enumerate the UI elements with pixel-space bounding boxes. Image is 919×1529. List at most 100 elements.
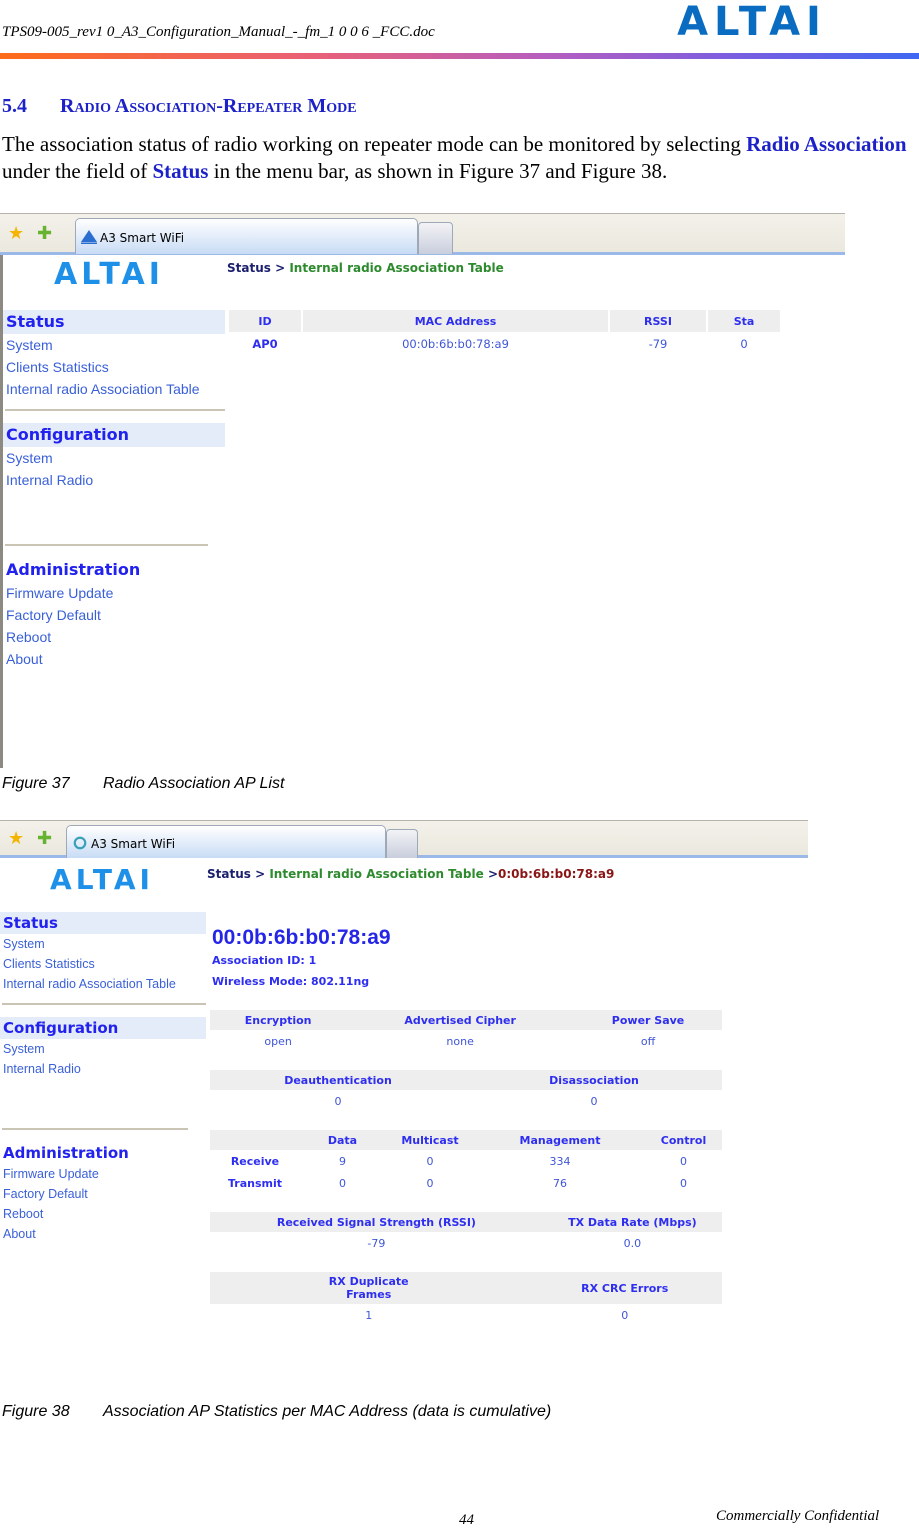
nav-item-factory-default[interactable]: Factory Default xyxy=(3,604,225,626)
breadcrumb-current: Internal radio Association Table xyxy=(289,261,504,275)
signal-table: Received Signal Strength (RSSI) TX Data … xyxy=(210,1212,722,1254)
cell-advertised-cipher: none xyxy=(446,1034,474,1048)
breadcrumb-current: 0:0b:6b:b0:78:a9 xyxy=(498,867,615,881)
nav-item-firmware-update[interactable]: Firmware Update xyxy=(0,1164,206,1184)
column-header-rssi: RSSI xyxy=(610,310,706,332)
frames-table: Data Multicast Management Control Receiv… xyxy=(210,1130,722,1194)
altai-logo: ALTAI xyxy=(677,2,827,38)
breadcrumb-status[interactable]: Status xyxy=(227,261,271,275)
nav-item-firmware-update[interactable]: Firmware Update xyxy=(3,582,225,604)
column-header-blank xyxy=(210,1130,300,1150)
sidebar-nav: Status System Clients Statistics Interna… xyxy=(0,912,206,1244)
nav-heading-status: Status xyxy=(0,912,206,934)
caption-number: Figure 38 xyxy=(2,1403,70,1420)
row-header-transmit: Transmit xyxy=(227,1176,282,1190)
nav-item-status-system[interactable]: System xyxy=(3,334,225,356)
cell-rssi: -79 xyxy=(648,337,668,351)
section-title: Radio Association-Repeater Mode xyxy=(60,95,357,117)
cell-rx-duplicate-frames: 1 xyxy=(365,1308,373,1322)
cell-rx-crc-errors: 0 xyxy=(621,1308,629,1322)
column-header-multicast: Multicast xyxy=(385,1130,475,1150)
figure-37-caption: Figure 37 Radio Association AP List xyxy=(2,775,284,793)
app-altai-logo: ALTAI xyxy=(54,258,160,286)
nav-divider xyxy=(5,409,225,411)
add-star-icon[interactable]: ✚ xyxy=(37,829,52,847)
mac-address-title: 00:0b:6b:b0:78:a9 xyxy=(212,926,391,949)
nav-heading-configuration: Configuration xyxy=(0,1017,206,1039)
station-detail-panel: 00:0b:6b:b0:78:a9 Association ID: 1 Wire… xyxy=(210,926,725,1344)
breadcrumb-status[interactable]: Status xyxy=(207,867,251,881)
section-heading: 5.4 Radio Association-Repeater Mode xyxy=(2,95,357,118)
nav-item-internal-radio[interactable]: Internal Radio xyxy=(0,1059,206,1079)
altai-logo-text: ALTAI xyxy=(677,2,827,38)
column-header-disassociation: Disassociation xyxy=(466,1070,722,1090)
new-tab-button[interactable] xyxy=(418,222,453,254)
status-term: Status xyxy=(152,159,209,183)
nav-item-internal-radio-association-table[interactable]: Internal radio Association Table xyxy=(0,974,206,994)
breadcrumb-separator: > xyxy=(275,261,286,275)
column-header-mac: MAC Address xyxy=(303,310,608,332)
table-row: Transmit 0 0 76 0 xyxy=(210,1172,722,1194)
column-header-control: Control xyxy=(645,1130,722,1150)
column-header-deauthentication: Deauthentication xyxy=(210,1070,466,1090)
nav-item-about[interactable]: About xyxy=(3,648,225,670)
row-header-receive: Receive xyxy=(230,1154,280,1168)
table-row: 1 0 xyxy=(210,1304,722,1326)
cell-transmit-data: 0 xyxy=(339,1176,346,1190)
confidentiality-notice: Commercially Confidential xyxy=(716,1508,880,1524)
column-header-management: Management xyxy=(475,1130,645,1150)
page-number: 44 xyxy=(459,1512,474,1528)
body-paragraph: The association status of radio working … xyxy=(2,131,917,185)
nav-divider xyxy=(2,1003,206,1005)
sidebar-nav: Status System Clients Statistics Interna… xyxy=(3,310,225,670)
cell-transmit-control: 0 xyxy=(680,1176,687,1190)
column-header-encryption: Encryption xyxy=(210,1010,347,1030)
browser-tab-bar: ★ ✚ A3 Smart WiFi xyxy=(0,820,808,858)
section-number: 5.4 xyxy=(2,95,27,117)
nav-item-reboot[interactable]: Reboot xyxy=(0,1204,206,1224)
nav-item-about[interactable]: About xyxy=(0,1224,206,1244)
column-header-advertised-cipher: Advertised Cipher xyxy=(346,1010,575,1030)
browser-tab-active[interactable]: A3 Smart WiFi xyxy=(75,218,418,254)
nav-heading-administration: Administration xyxy=(6,560,141,579)
cell-tx-data-rate: 0.0 xyxy=(623,1236,642,1250)
nav-item-clients-statistics[interactable]: Clients Statistics xyxy=(0,954,206,974)
nav-item-status-system[interactable]: System xyxy=(0,934,206,954)
cell-receive-control: 0 xyxy=(680,1154,687,1168)
cell-disassociation: 0 xyxy=(590,1094,598,1108)
figure-38-screenshot: ★ ✚ A3 Smart WiFi ALTAI Status > Interna… xyxy=(0,820,808,1395)
browser-tab-bar: ★ ✚ A3 Smart WiFi xyxy=(0,213,845,255)
wireless-mode: Wireless Mode: 802.11ng xyxy=(212,975,370,988)
cell-mac-link[interactable]: 00:0b:6b:b0:78:a9 xyxy=(303,332,608,356)
column-header-id: ID xyxy=(229,310,301,332)
nav-item-internal-radio[interactable]: Internal Radio xyxy=(3,469,225,491)
breadcrumb: Status > Internal radio Association Tabl… xyxy=(227,261,504,275)
breadcrumb-separator: > xyxy=(487,867,498,881)
nav-item-reboot[interactable]: Reboot xyxy=(3,626,225,648)
caption-text: Radio Association AP List xyxy=(103,775,285,792)
cell-receive-data: 9 xyxy=(339,1154,346,1168)
nav-item-clients-statistics[interactable]: Clients Statistics xyxy=(3,356,225,378)
star-icon[interactable]: ★ xyxy=(8,829,24,847)
web-content: ALTAI Status > Internal radio Associatio… xyxy=(0,255,845,768)
breadcrumb: Status > Internal radio Association Tabl… xyxy=(207,867,614,881)
breadcrumb-association-table[interactable]: Internal radio Association Table xyxy=(269,867,483,881)
radio-association-term: Radio Association xyxy=(746,132,907,156)
nav-item-factory-default[interactable]: Factory Default xyxy=(0,1184,206,1204)
nav-item-config-system[interactable]: System xyxy=(3,447,225,469)
browser-tab-active[interactable]: A3 Smart WiFi xyxy=(66,825,386,858)
ap-association-table: ID MAC Address RSSI Sta AP0 00:0b:6b:b0:… xyxy=(227,310,782,356)
star-icon[interactable]: ★ xyxy=(8,224,24,242)
new-tab-button[interactable] xyxy=(386,829,418,858)
svg-text:ALTAI: ALTAI xyxy=(50,864,154,892)
add-star-icon[interactable]: ✚ xyxy=(37,224,52,242)
cell-encryption: open xyxy=(264,1034,292,1048)
column-header-power-save: Power Save xyxy=(574,1010,722,1030)
nav-heading-administration: Administration xyxy=(3,1144,129,1162)
nav-heading-status: Status xyxy=(3,310,225,334)
auth-table: Deauthentication Disassociation 0 0 xyxy=(210,1070,722,1112)
nav-item-internal-radio-association-table[interactable]: Internal radio Association Table xyxy=(3,378,225,400)
header-gradient-divider xyxy=(0,53,919,59)
cell-receive-management: 334 xyxy=(549,1154,571,1168)
nav-item-config-system[interactable]: System xyxy=(0,1039,206,1059)
